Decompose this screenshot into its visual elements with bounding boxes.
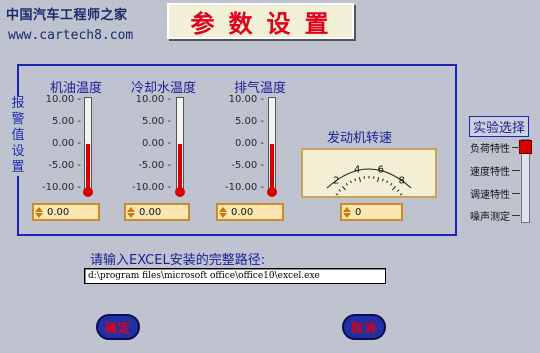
tick-label: 0.00 - <box>141 138 171 149</box>
tick-label: -10.00 - <box>41 182 81 193</box>
tick-label: 10.00 - <box>45 94 81 105</box>
rpm-input[interactable]: 0 <box>340 203 403 221</box>
meter-scale-label: 8 <box>399 176 405 187</box>
rpm-meter: 0 2 4 6 8 10 <box>301 148 437 198</box>
tick-label: 5.00 - <box>141 116 171 127</box>
selector-tick <box>512 170 520 171</box>
meter-tick <box>386 180 389 184</box>
experiment-selector-knob[interactable] <box>519 140 532 154</box>
stepper-arrows-icon[interactable] <box>343 205 353 219</box>
rpm-value: 0 <box>355 206 362 218</box>
meter-tick <box>349 180 352 184</box>
site-watermark-url: www.cartech8.com <box>8 28 134 43</box>
meter-scale-label: 10 <box>409 195 422 196</box>
tick-label: 0.00 - <box>51 138 81 149</box>
meter-tick <box>392 185 397 191</box>
coolant-temp-value: 0.00 <box>139 206 162 218</box>
selector-item-speed[interactable]: 速度特性 <box>470 163 510 178</box>
page-title-plate: 参数设置 <box>167 3 354 39</box>
thermometer-tube <box>84 97 92 190</box>
thermometer-tube <box>176 97 184 190</box>
meter-tick <box>381 178 384 182</box>
thermometer-tube <box>268 97 276 190</box>
selector-item-governor[interactable]: 调速特性 <box>470 186 510 201</box>
meter-tick <box>335 193 339 196</box>
excel-path-input[interactable]: d:\program files\microsoft office\office… <box>84 268 386 284</box>
site-watermark-title: 中国汽车工程师之家 <box>6 8 128 23</box>
thermometer-bulb <box>267 187 277 197</box>
experiment-selector-title: 实验选择 <box>469 116 530 137</box>
meter-tick <box>338 189 342 192</box>
page-title: 参数设置 <box>190 9 343 38</box>
selector-item-noise[interactable]: 噪声测定 <box>470 208 510 223</box>
tick-label: -5.00 - <box>231 160 264 171</box>
excel-path-label: 请输入EXCEL安装的完整路径: <box>90 253 266 268</box>
tick-label: 10.00 - <box>135 94 171 105</box>
thermometer-bulb <box>175 187 185 197</box>
tick-label: 5.00 - <box>234 116 264 127</box>
oil-temp-value: 0.00 <box>47 206 70 218</box>
rpm-meter-dial: 0 2 4 6 8 10 <box>320 164 422 196</box>
meter-tick <box>341 185 346 191</box>
meter-scale-label: 2 <box>333 176 339 187</box>
oil-temp-input[interactable]: 0.00 <box>32 203 100 221</box>
coolant-temp-input[interactable]: 0.00 <box>124 203 190 221</box>
meter-tick <box>399 193 403 196</box>
thermometer-bulb <box>83 187 93 197</box>
alarm-settings-label: 报警值设置 <box>9 96 27 176</box>
meter-tick <box>345 182 348 186</box>
selector-tick <box>512 193 520 194</box>
cancel-button[interactable]: 取消 <box>342 314 386 340</box>
confirm-button[interactable]: 确定 <box>96 314 140 340</box>
stepper-arrows-icon[interactable] <box>219 205 229 219</box>
rpm-meter-title: 发动机转速 <box>327 131 393 146</box>
tick-label: 0.00 - <box>234 138 264 149</box>
exhaust-temp-value: 0.00 <box>231 206 254 218</box>
tick-label: -10.00 - <box>131 182 171 193</box>
stepper-arrows-icon[interactable] <box>35 205 45 219</box>
thermometer-fill <box>178 143 182 189</box>
selector-tick <box>512 215 520 216</box>
meter-scale-label: 0 <box>320 195 326 196</box>
selector-item-load[interactable]: 负荷特性 <box>470 140 510 155</box>
tick-label: -10.00 - <box>224 182 264 193</box>
meter-tick <box>390 182 393 186</box>
meter-scale-label: 6 <box>378 164 384 175</box>
meter-tick <box>376 177 380 183</box>
thermometer-fill <box>270 143 274 189</box>
meter-scale-label: 4 <box>354 164 360 175</box>
meter-tick <box>354 178 357 182</box>
tick-label: -5.00 - <box>48 160 81 171</box>
tick-label: 10.00 - <box>228 94 264 105</box>
meter-tick <box>358 177 362 183</box>
meter-tick <box>396 189 400 192</box>
tick-label: 5.00 - <box>51 116 81 127</box>
stepper-arrows-icon[interactable] <box>127 205 137 219</box>
exhaust-temp-input[interactable]: 0.00 <box>216 203 284 221</box>
thermometer-fill <box>86 143 90 189</box>
tick-label: -5.00 - <box>138 160 171 171</box>
